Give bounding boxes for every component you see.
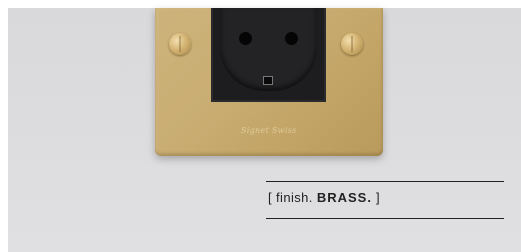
brass-wall-plate: Signet Swiss — [155, 8, 383, 156]
socket-face — [220, 8, 317, 91]
plate-engraving: Signet Swiss — [241, 126, 297, 135]
left-screw-icon — [169, 33, 191, 55]
caption-open-bracket: [ — [268, 190, 273, 205]
product-photo: Signet Swiss [ finish. BRASS. ] — [0, 0, 521, 252]
caption-label: finish. — [276, 190, 313, 205]
left-pin-hole-icon — [239, 32, 252, 45]
caption-close-bracket: ] — [375, 190, 380, 205]
caption-top-rule — [266, 181, 504, 182]
right-pin-hole-icon — [285, 32, 298, 45]
caption-bottom-rule — [266, 218, 504, 219]
right-screw-icon — [341, 33, 363, 55]
caption-finish-value: BRASS. — [316, 190, 372, 205]
finish-caption: [ finish. BRASS. ] — [268, 190, 380, 205]
power-socket — [211, 8, 326, 102]
ground-clip-icon — [263, 76, 273, 85]
